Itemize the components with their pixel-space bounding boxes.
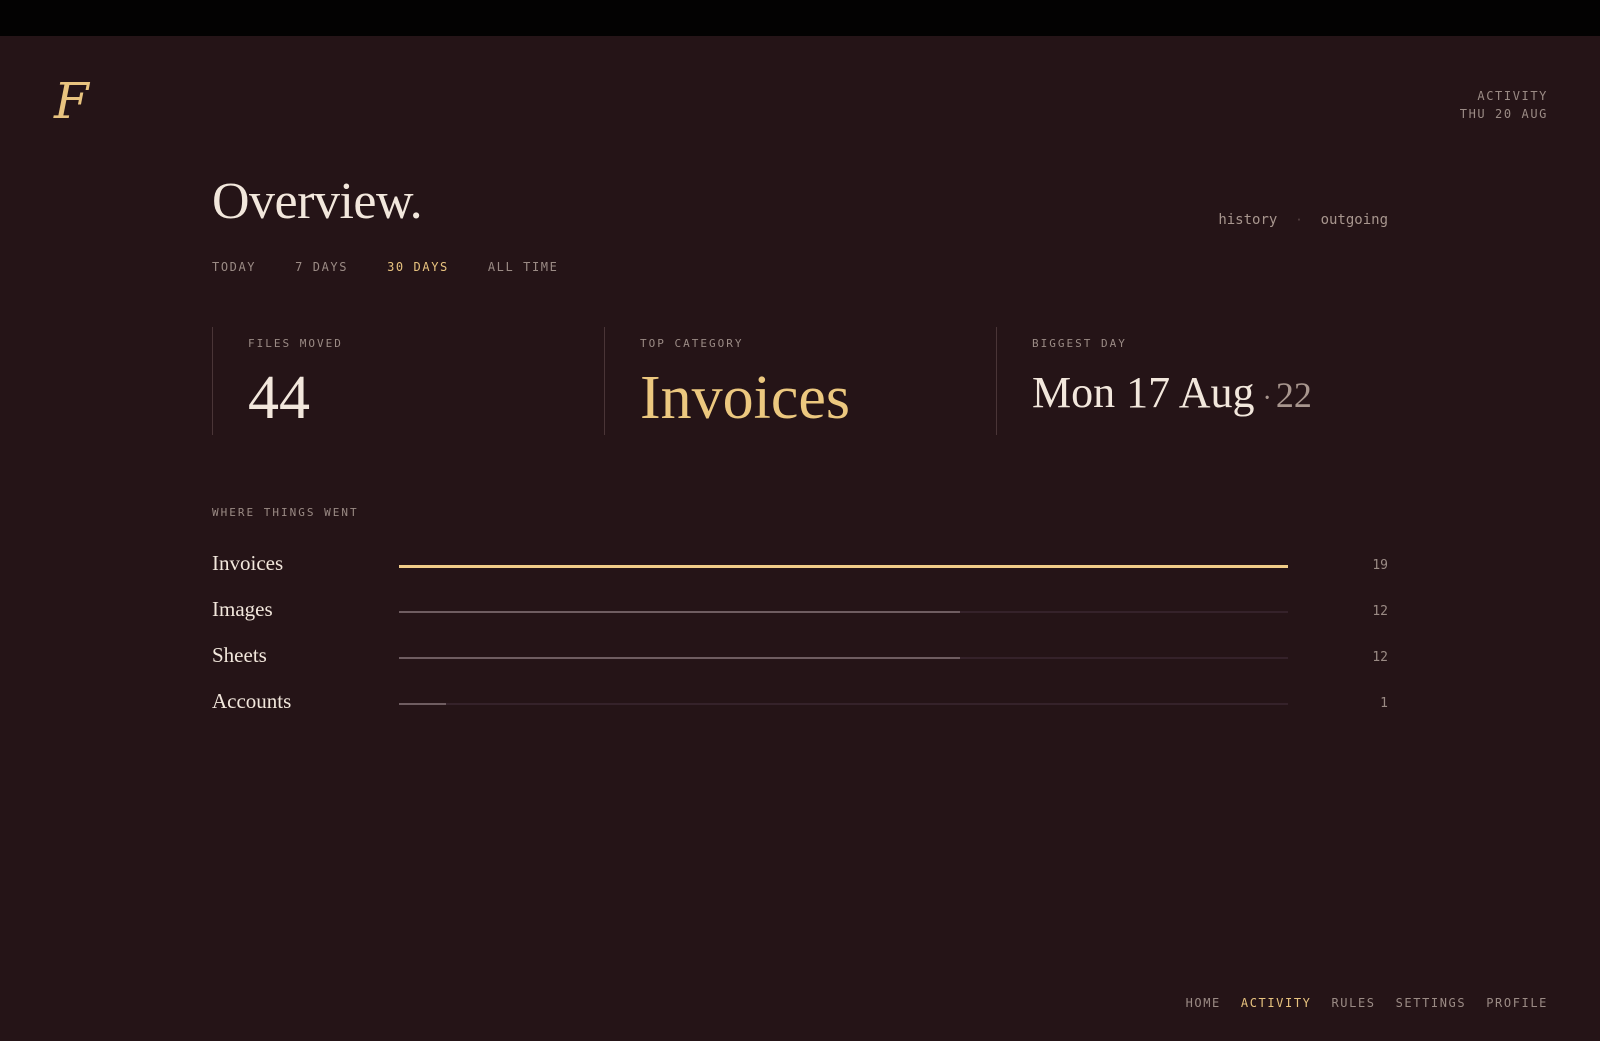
window-top-bar bbox=[0, 0, 1600, 36]
nav-profile[interactable]: PROFILE bbox=[1486, 996, 1548, 1010]
breakdown-value: 12 bbox=[1372, 604, 1388, 619]
breakdown-label: WHERE THINGS WENT bbox=[212, 506, 359, 519]
breakdown-name: Invoices bbox=[212, 551, 284, 575]
breakdown-track bbox=[399, 611, 1288, 613]
tab-7-days[interactable]: 7 DAYS bbox=[295, 260, 348, 274]
header-meta: ACTIVITY THU 20 AUG bbox=[1460, 87, 1548, 123]
nav-home[interactable]: HOME bbox=[1186, 996, 1221, 1010]
breakdown-bar bbox=[399, 657, 961, 659]
breakdown-bar bbox=[399, 703, 446, 705]
stat-label: BIGGEST DAY bbox=[1032, 337, 1127, 350]
breakdown-name: Images bbox=[212, 597, 273, 621]
app-logo[interactable]: F bbox=[54, 76, 89, 126]
tab-today[interactable]: TODAY bbox=[212, 260, 256, 274]
breakdown-name: Sheets bbox=[212, 643, 267, 667]
view-links-separator: · bbox=[1295, 213, 1303, 227]
biggest-day-count: 22 bbox=[1275, 375, 1312, 415]
breakdown-name: Accounts bbox=[212, 689, 292, 713]
breakdown-row-accounts[interactable]: Accounts 1 bbox=[212, 689, 1388, 719]
breakdown-track bbox=[399, 564, 1288, 568]
outgoing-link[interactable]: outgoing bbox=[1321, 212, 1388, 228]
stats-row: FILES MOVED 44 TOP CATEGORY Invoices BIG… bbox=[212, 327, 1388, 435]
nav-activity[interactable]: ACTIVITY bbox=[1241, 996, 1312, 1010]
history-link[interactable]: history bbox=[1218, 212, 1277, 228]
stat-value: Mon 17 Aug · 22 bbox=[1032, 371, 1312, 415]
page-title: Overview. bbox=[212, 173, 423, 230]
breakdown-track bbox=[399, 657, 1288, 659]
tab-30-days[interactable]: 30 DAYS bbox=[387, 260, 449, 274]
stat-value: Invoices bbox=[640, 364, 851, 432]
breakdown-bar bbox=[399, 564, 1288, 568]
breakdown-row-images[interactable]: Images 12 bbox=[212, 597, 1388, 627]
current-date: THU 20 AUG bbox=[1459, 107, 1548, 121]
stat-files-moved: FILES MOVED 44 bbox=[212, 327, 596, 435]
stat-label: TOP CATEGORY bbox=[640, 337, 744, 350]
stat-biggest-day: BIGGEST DAY Mon 17 Aug · 22 bbox=[996, 327, 1388, 435]
section-label: ACTIVITY bbox=[1477, 89, 1548, 103]
bottom-nav: HOME ACTIVITY RULES SETTINGS PROFILE bbox=[1186, 996, 1548, 1010]
breakdown-value: 19 bbox=[1372, 558, 1388, 573]
biggest-day-separator: · bbox=[1262, 383, 1272, 414]
stat-top-category: TOP CATEGORY Invoices bbox=[604, 327, 988, 435]
breakdown-value: 12 bbox=[1372, 650, 1388, 665]
breakdown-row-sheets[interactable]: Sheets 12 bbox=[212, 643, 1388, 673]
app-root: F ACTIVITY THU 20 AUG Overview. history … bbox=[0, 36, 1600, 1041]
nav-rules[interactable]: RULES bbox=[1331, 996, 1375, 1010]
stat-value: 44 bbox=[248, 364, 310, 432]
biggest-day-date: Mon 17 Aug bbox=[1032, 368, 1255, 417]
breakdown-bar bbox=[399, 611, 961, 613]
nav-settings[interactable]: SETTINGS bbox=[1396, 996, 1467, 1010]
view-links: history · outgoing bbox=[1218, 212, 1388, 228]
tab-all-time[interactable]: ALL TIME bbox=[488, 260, 559, 274]
range-tabs: TODAY 7 DAYS 30 DAYS ALL TIME bbox=[212, 260, 558, 274]
stat-label: FILES MOVED bbox=[248, 337, 343, 350]
breakdown-row-invoices[interactable]: Invoices 19 bbox=[212, 551, 1388, 581]
breakdown-track bbox=[399, 703, 1288, 705]
breakdown-value: 1 bbox=[1380, 696, 1388, 711]
